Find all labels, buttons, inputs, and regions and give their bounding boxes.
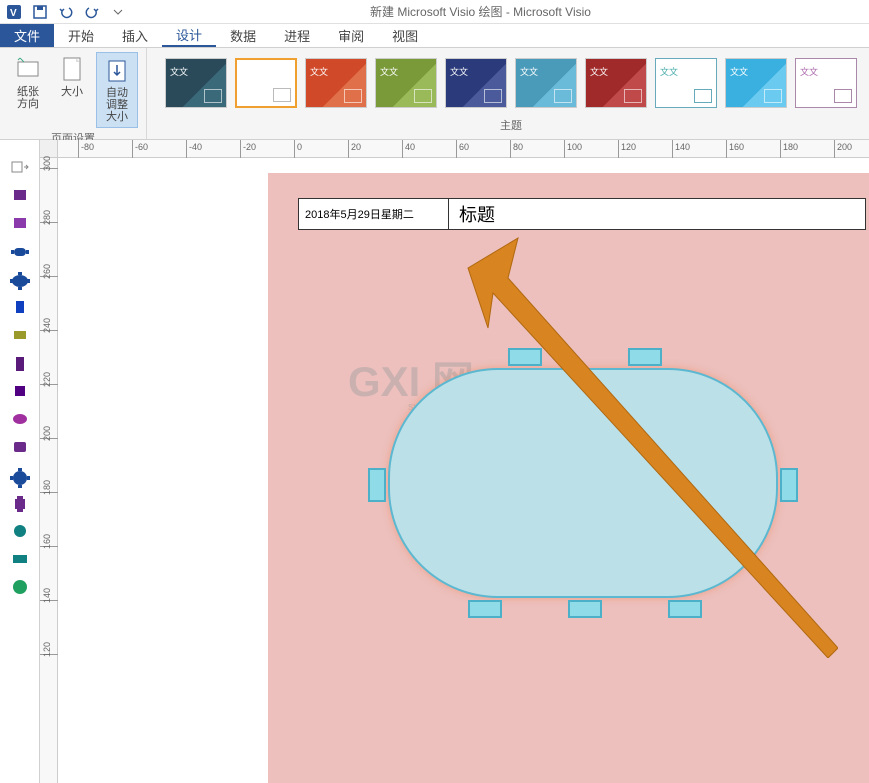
svg-text:V: V: [10, 8, 17, 19]
stencil-shape[interactable]: [10, 216, 30, 230]
theme-item[interactable]: 文文: [515, 58, 577, 108]
table-shape[interactable]: [388, 368, 778, 598]
stencil-shape[interactable]: [10, 580, 30, 594]
orientation-button[interactable]: 纸张方向: [8, 52, 48, 114]
stencil-shape[interactable]: [10, 552, 30, 566]
drawing-canvas[interactable]: 2018年5月29日星期二 标题 GXI 网 system.com: [58, 158, 869, 783]
stencil-shape[interactable]: [10, 328, 30, 342]
stencil-shape[interactable]: [10, 468, 30, 482]
tab-insert[interactable]: 插入: [108, 24, 162, 47]
size-button[interactable]: 大小: [52, 52, 92, 102]
tab-file[interactable]: 文件: [0, 24, 54, 47]
qat-dropdown-icon[interactable]: [108, 2, 128, 22]
stencil-shape[interactable]: [10, 356, 30, 370]
workspace: -80-60-40-20020406080100120140160180200 …: [0, 140, 869, 783]
tab-data[interactable]: 数据: [216, 24, 270, 47]
theme-item[interactable]: 文文: [795, 58, 857, 108]
chair-shape: [368, 468, 386, 502]
chair-shape: [468, 600, 502, 618]
ruler-vertical: 300280260240220200180160140120: [40, 158, 58, 783]
tab-review[interactable]: 审阅: [324, 24, 378, 47]
theme-item[interactable]: 文文: [305, 58, 367, 108]
title-date: 2018年5月29日星期二: [299, 199, 449, 229]
group-themes: 文文 文文 文文 文文 文文 文文 文文 文文 文文 主题: [147, 48, 869, 139]
stencil-shape[interactable]: [10, 300, 30, 314]
stencil-shape[interactable]: [10, 384, 30, 398]
stencil-shape[interactable]: [10, 188, 30, 202]
tab-process[interactable]: 进程: [270, 24, 324, 47]
chair-shape: [780, 468, 798, 502]
title-bar: V 新建 Microsoft Visio 绘图 - Microsoft Visi…: [0, 0, 869, 24]
stencil-shape[interactable]: [10, 272, 30, 286]
themes-group-label: 主题: [500, 115, 522, 135]
quick-access-toolbar: V: [0, 2, 132, 22]
theme-gallery: 文文 文文 文文 文文 文文 文文 文文 文文 文文: [155, 52, 867, 114]
theme-item[interactable]: 文文: [375, 58, 437, 108]
theme-item[interactable]: 文文: [725, 58, 787, 108]
theme-item[interactable]: 文文: [445, 58, 507, 108]
app-icon[interactable]: V: [4, 2, 24, 22]
orientation-label: 纸张方向: [14, 86, 42, 110]
theme-item[interactable]: [235, 58, 297, 108]
theme-item[interactable]: 文文: [165, 58, 227, 108]
tab-design[interactable]: 设计: [162, 24, 216, 47]
chair-shape: [628, 348, 662, 366]
theme-item[interactable]: 文文: [655, 58, 717, 108]
stencil-shape[interactable]: [10, 244, 30, 258]
stencil-expand-icon[interactable]: [10, 160, 30, 174]
redo-icon[interactable]: [82, 2, 102, 22]
chair-shape: [668, 600, 702, 618]
autofit-button[interactable]: 自动调整大小: [96, 52, 138, 128]
undo-icon[interactable]: [56, 2, 76, 22]
table-body: [388, 368, 778, 598]
title-text: 标题: [449, 199, 865, 229]
stencil-shape[interactable]: [10, 496, 30, 510]
title-block[interactable]: 2018年5月29日星期二 标题: [298, 198, 866, 230]
save-icon[interactable]: [30, 2, 50, 22]
stencil-shape[interactable]: [10, 440, 30, 454]
page-margin: [58, 173, 268, 783]
window-title: 新建 Microsoft Visio 绘图 - Microsoft Visio: [132, 3, 869, 20]
theme-item[interactable]: 文文: [585, 58, 647, 108]
tab-home[interactable]: 开始: [54, 24, 108, 47]
chair-shape: [568, 600, 602, 618]
canvas-area: -80-60-40-20020406080100120140160180200 …: [40, 140, 869, 783]
group-page-setup: 纸张方向 大小 自动调整大小 页面设置: [0, 48, 147, 139]
ribbon-tabs: 文件 开始 插入 设计 数据 进程 审阅 视图: [0, 24, 869, 48]
stencil-shape[interactable]: [10, 524, 30, 538]
tab-view[interactable]: 视图: [378, 24, 432, 47]
stencil-shape[interactable]: [10, 412, 30, 426]
ruler-horizontal: -80-60-40-20020406080100120140160180200: [58, 140, 869, 158]
shapes-panel: [0, 140, 40, 783]
size-label: 大小: [61, 86, 83, 98]
ribbon: 纸张方向 大小 自动调整大小 页面设置 文文 文文 文文 文文 文文 文文 文文…: [0, 48, 869, 140]
chair-shape: [508, 348, 542, 366]
autofit-label: 自动调整大小: [103, 87, 131, 123]
